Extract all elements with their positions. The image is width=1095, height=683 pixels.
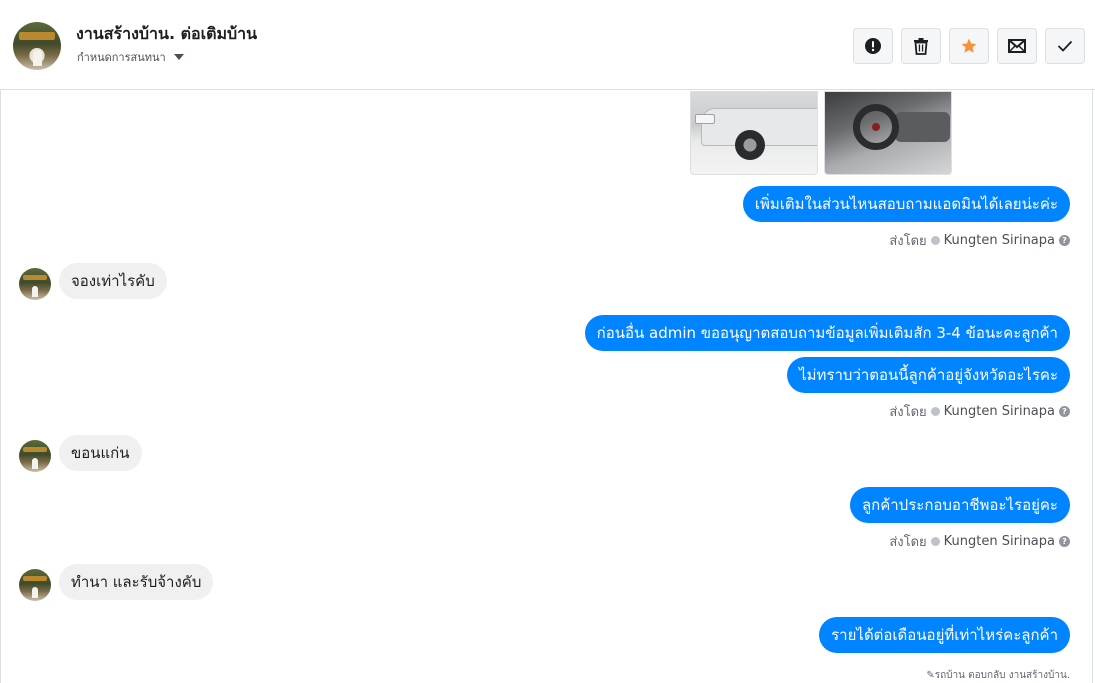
mark-done-button[interactable] [1045,28,1085,64]
sent-by-line: ส่งโดย Kungten Sirinapa ? [889,531,1070,552]
photo-truck-exterior[interactable] [690,91,818,175]
sent-by-name[interactable]: Kungten Sirinapa [944,404,1055,419]
star-button[interactable] [949,28,989,64]
checkmark-icon [1057,40,1073,52]
customer-avatar[interactable] [19,569,51,601]
page-title[interactable]: งานสร้างบ้าน. ต่อเติมบ้าน [76,22,257,47]
sent-by-name[interactable]: Kungten Sirinapa [944,534,1055,549]
gear-icon [930,537,940,546]
reply-context-text: รถบ้าน ตอบกลับ งานสร้างบ้าน. [934,670,1070,681]
gear-icon [930,236,940,245]
trash-icon [914,38,928,55]
envelope-icon [1008,39,1026,53]
sent-by-prefix: ส่งโดย [889,535,927,550]
mark-unread-button[interactable] [997,28,1037,64]
message-bubble-incoming[interactable]: จองเท่าไรคับ [59,263,167,299]
alert-button[interactable] [853,28,893,64]
star-icon [961,38,977,53]
message-bubble-incoming[interactable]: ทำนา และรับจ้างคับ [59,564,214,600]
customer-avatar[interactable] [19,440,51,472]
sent-by-prefix: ส่งโดย [889,405,927,420]
message-bubble-outgoing[interactable]: รายได้ต่อเดือนอยู่ที่เท่าไหร่คะลูกค้า [819,617,1070,653]
reply-context-note: ✎รถบ้าน ตอบกลับ งานสร้างบ้าน. [926,668,1070,683]
help-icon[interactable]: ? [1059,536,1070,547]
message-bubble-outgoing[interactable]: ก่อนอื่น admin ขออนุญาตสอบถามข้อมูลเพิ่ม… [584,315,1070,351]
sent-by-prefix: ส่งโดย [889,234,927,249]
sent-by-line: ส่งโดย Kungten Sirinapa ? [889,230,1070,251]
delete-button[interactable] [901,28,941,64]
conversation-header: งานสร้างบ้าน. ต่อเติมบ้าน กำหนดการสนทนา [0,0,1095,90]
message-bubble-incoming[interactable]: ขอนแก่น [59,435,142,471]
assign-label: กำหนดการสนทนา [77,51,166,64]
caret-down-icon [173,54,184,60]
customer-avatar[interactable] [19,268,51,300]
assign-conversation-dropdown[interactable]: กำหนดการสนทนา [77,48,184,66]
message-bubble-outgoing[interactable]: ลูกค้าประกอบอาชีพอะไรอยู่คะ [849,487,1070,523]
exclamation-icon [865,38,881,54]
page-avatar[interactable] [13,22,61,70]
sent-by-line: ส่งโดย Kungten Sirinapa ? [889,401,1070,422]
help-icon[interactable]: ? [1059,406,1070,417]
gear-icon [930,407,940,416]
help-icon[interactable]: ? [1059,235,1070,246]
message-bubble-outgoing[interactable]: เพิ่มเติมในส่วนไหนสอบถามแอดมินได้เลยน่ะค… [742,186,1070,222]
sent-by-name[interactable]: Kungten Sirinapa [944,233,1055,248]
photo-truck-interior[interactable] [824,91,952,175]
header-actions [853,28,1085,64]
pencil-icon: ✎ [926,670,935,681]
message-bubble-outgoing[interactable]: ไม่ทราบว่าตอนนี้ลูกค้าอยู่จังหวัดอะไรคะ [787,357,1070,393]
